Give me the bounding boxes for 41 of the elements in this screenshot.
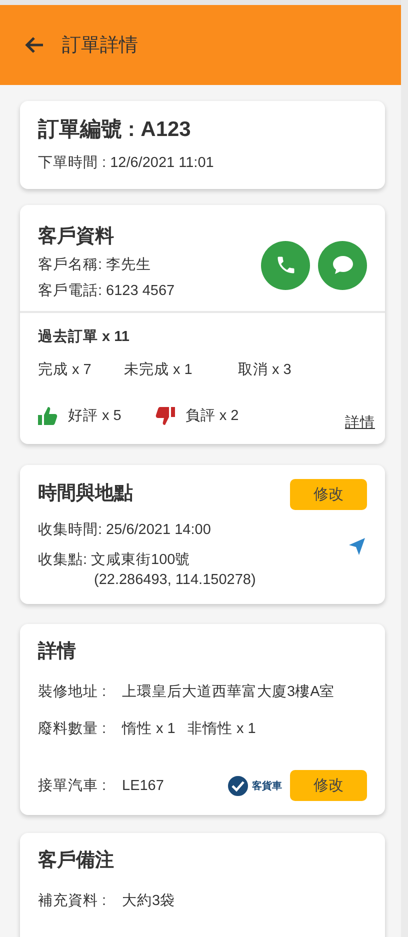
field-label: 裝修地址 : (38, 683, 108, 701)
call-button[interactable] (261, 240, 310, 290)
section-title: 客戶備注 (38, 848, 115, 873)
coordinates: (22.286493, 114.150278) (93, 571, 256, 590)
collection-time: 收集時間: 25/6/2021 14:00 (38, 521, 212, 540)
order-count: 完成 x 7 (38, 360, 92, 379)
section-title: 詳情 (38, 640, 77, 664)
collection-point: 收集點: 文咸東街100號 (38, 551, 192, 570)
field-value: 上環皇后大道西華富大廈3樓A室 (122, 682, 335, 701)
past-orders-total: 過去訂單 x 11 (38, 328, 130, 346)
field-label: 廢料數量 : (38, 720, 108, 738)
field-value: 惰性 x 1 非惰性 x 1 (122, 720, 256, 738)
field-value: LE167 (122, 778, 164, 794)
navigation-icon[interactable] (349, 538, 365, 554)
thumbs-down-icon (155, 406, 176, 424)
edit-button[interactable]: 修改 (290, 770, 367, 801)
check-icon (231, 780, 245, 792)
field-value: 大約3袋 (122, 892, 176, 910)
edit-button[interactable]: 修改 (290, 479, 367, 510)
vehicle-type-label: 客貨車 (252, 779, 282, 792)
thumbs-up-icon (38, 406, 58, 424)
section-title: 客戶資料 (38, 224, 115, 249)
checkbox[interactable] (228, 776, 248, 796)
chat-bubble-icon (330, 254, 354, 276)
message-button[interactable] (318, 240, 367, 290)
order-count: 未完成 x 1 (124, 360, 194, 379)
details-link[interactable]: 詳情 (345, 413, 375, 432)
field-label: 補充資料 : (38, 892, 108, 910)
order-count: 取消 x 3 (238, 361, 292, 379)
customer-phone: 客戶電話: 6123 4567 (38, 282, 175, 301)
order-number: 訂單編號 : A123 (38, 117, 192, 143)
scrollbar[interactable] (401, 0, 408, 937)
field-label: 接單汽車 : (38, 777, 108, 795)
page-title: 訂單詳情 (62, 34, 138, 58)
customer-name: 客戶名稱: 李先生 (38, 256, 152, 275)
order-time: 下單時間 : 12/6/2021 11:01 (38, 154, 215, 173)
positive-reviews: 好評 x 5 (68, 407, 122, 425)
section-title: 時間與地點 (38, 482, 133, 506)
back-arrow-icon (24, 36, 44, 54)
negative-reviews: 負評 x 2 (185, 407, 239, 425)
back-button[interactable] (24, 36, 44, 54)
